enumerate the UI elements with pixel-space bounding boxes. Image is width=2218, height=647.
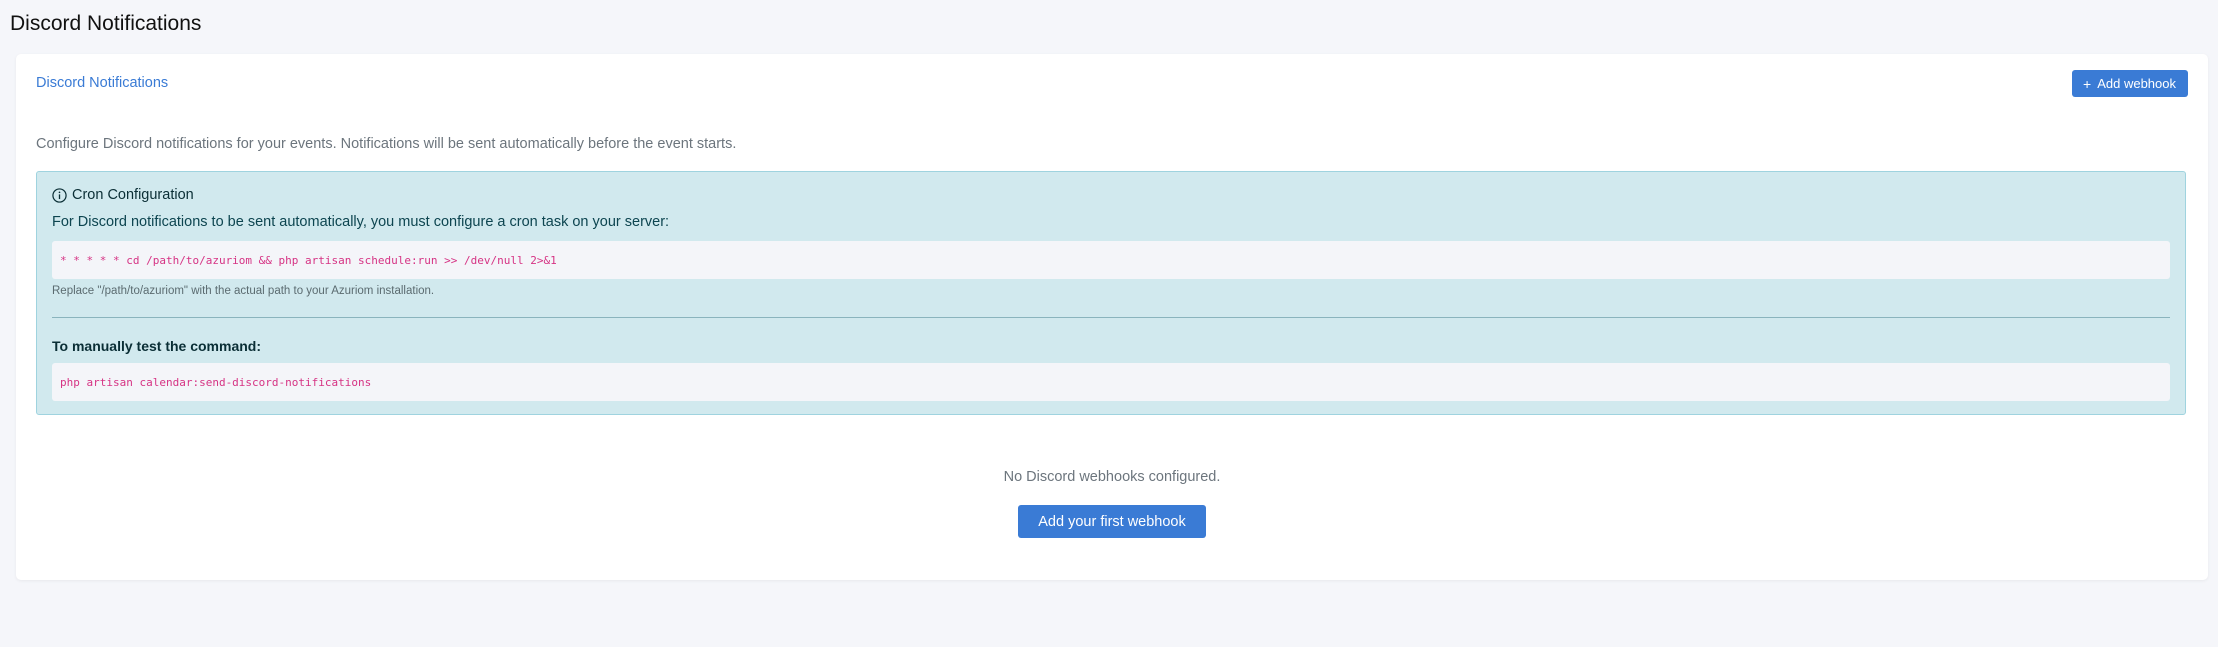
add-webhook-label: Add webhook: [2097, 76, 2176, 91]
add-webhook-button[interactable]: + Add webhook: [2072, 70, 2188, 97]
alert-text: For Discord notifications to be sent aut…: [52, 214, 670, 230]
card-header-title: Discord Notifications: [36, 75, 169, 91]
card-description: Configure Discord notifications for your…: [36, 136, 737, 152]
cron-info-alert: Cron Configuration For Discord notificat…: [36, 171, 2186, 415]
test-command-code: php artisan calendar:send-discord-notifi…: [52, 363, 2170, 401]
alert-heading-text: Cron Configuration: [72, 187, 194, 203]
plus-icon: +: [2083, 75, 2092, 92]
test-command-heading: To manually test the command:: [52, 338, 261, 354]
alert-note: Replace "/path/to/azuriom" with the actu…: [52, 285, 435, 297]
add-first-webhook-button[interactable]: Add your first webhook: [1018, 505, 1206, 538]
page-title: Discord Notifications: [10, 12, 202, 35]
alert-heading: Cron Configuration: [52, 187, 194, 203]
empty-state-text: No Discord webhooks configured.: [1003, 469, 1221, 485]
webhooks-card: Discord Notifications + Add webhook Conf…: [16, 54, 2208, 580]
info-circle-icon: [52, 187, 67, 203]
alert-divider: [52, 317, 2170, 318]
cron-command-code: * * * * * cd /path/to/azuriom && php art…: [52, 241, 2170, 279]
